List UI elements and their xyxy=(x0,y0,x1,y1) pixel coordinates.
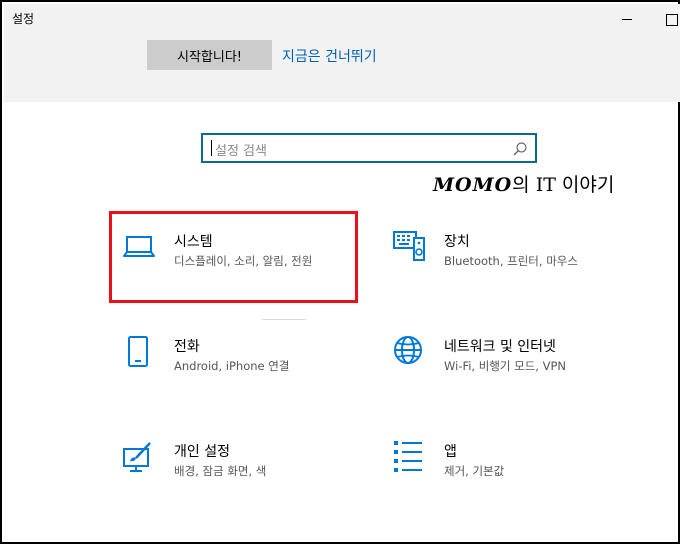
text-caret xyxy=(211,140,212,156)
search-icon[interactable] xyxy=(511,140,529,158)
tile-apps[interactable]: 앱 제거, 기본값 xyxy=(392,441,622,501)
minimize-button[interactable] xyxy=(614,8,640,30)
keyboard-device-icon xyxy=(393,231,425,261)
tile-label: 전화 xyxy=(174,339,200,355)
skip-link[interactable]: 지금은 건너뛰기 xyxy=(282,46,377,66)
tile-description: Bluetooth, 프린터, 마우스 xyxy=(444,254,578,268)
maximize-button[interactable] xyxy=(658,8,680,30)
tile-description: 배경, 잠금 화면, 색 xyxy=(174,464,267,478)
highlight-box xyxy=(109,211,358,303)
tile-label: 개인 설정 xyxy=(174,444,230,460)
tile-devices[interactable]: 장치 Bluetooth, 프린터, 마우스 xyxy=(392,231,622,291)
tile-label: 앱 xyxy=(444,444,457,460)
start-button[interactable]: 시작합니다! xyxy=(147,40,272,70)
watermark: MOMO의 IT 이야기 xyxy=(433,174,615,196)
title-bar: 설정 xyxy=(4,4,680,34)
settings-window: 설정 시작합니다! 지금은 건너뛰기 설정 검색 MOMO의 IT 이야기 시스… xyxy=(0,0,680,544)
window-title: 설정 xyxy=(12,12,35,26)
personalization-icon xyxy=(123,442,151,472)
search-placeholder: 설정 검색 xyxy=(215,144,267,159)
tile-label: 네트워크 및 인터넷 xyxy=(444,339,556,355)
phone-icon xyxy=(128,336,148,367)
divider xyxy=(262,319,306,320)
tile-description: 제거, 기본값 xyxy=(444,464,505,478)
tile-phone[interactable]: 전화 Android, iPhone 연결 xyxy=(122,336,352,396)
tile-label: 장치 xyxy=(444,234,470,250)
welcome-banner: 시작합니다! 지금은 건너뛰기 xyxy=(4,34,680,102)
apps-list-icon xyxy=(394,441,422,472)
tile-network[interactable]: 네트워크 및 인터넷 Wi-Fi, 비행기 모드, VPN xyxy=(392,336,622,396)
globe-icon xyxy=(394,336,422,364)
tile-description: Wi-Fi, 비행기 모드, VPN xyxy=(444,359,567,373)
tile-description: Android, iPhone 연결 xyxy=(174,359,290,373)
tile-personalization[interactable]: 개인 설정 배경, 잠금 화면, 색 xyxy=(122,441,352,501)
search-input[interactable]: 설정 검색 xyxy=(201,133,537,163)
